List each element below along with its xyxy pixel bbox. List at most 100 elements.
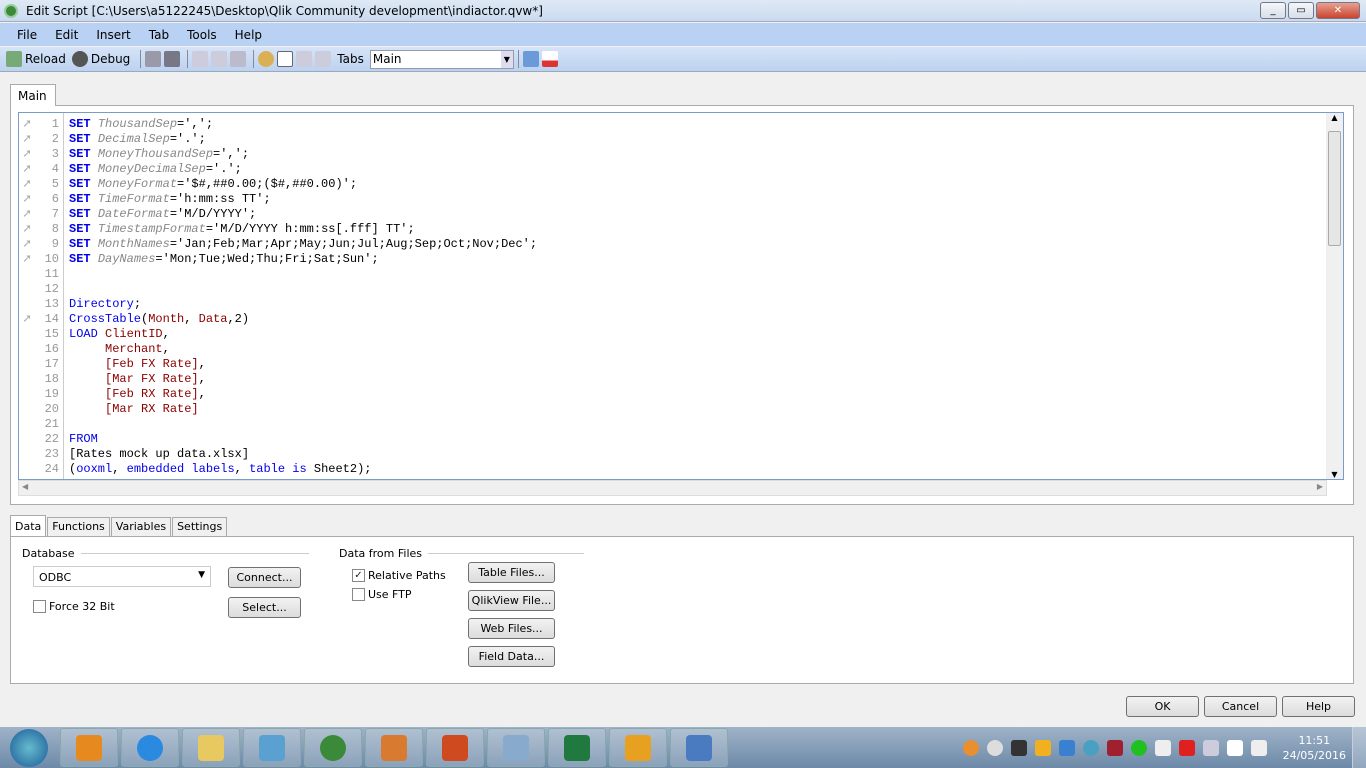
- copy-icon[interactable]: [211, 51, 228, 67]
- add-tab-icon[interactable]: [277, 51, 294, 67]
- select-button[interactable]: Select...: [228, 597, 301, 618]
- scroll-up-icon[interactable]: ▲: [1326, 113, 1343, 122]
- power-icon[interactable]: [1226, 739, 1243, 756]
- tab-functions[interactable]: Functions: [47, 517, 110, 536]
- reload-button[interactable]: Reload: [6, 51, 66, 67]
- oracle-icon[interactable]: [1178, 739, 1195, 756]
- relative-paths-checkbox[interactable]: ✓ Relative Paths: [352, 569, 446, 582]
- menu-tab[interactable]: Tab: [149, 28, 169, 42]
- code-line[interactable]: ➚ 14 CrossTable(Month, Data,2): [19, 312, 1329, 327]
- cut-icon[interactable]: [192, 51, 209, 67]
- refresh-icon[interactable]: [1130, 739, 1147, 756]
- promote-tab-icon[interactable]: [296, 51, 313, 67]
- menu-edit[interactable]: Edit: [55, 28, 78, 42]
- taskbar-remote-app[interactable]: [243, 728, 301, 767]
- cancel-button[interactable]: Cancel: [1204, 696, 1277, 717]
- script-editor[interactable]: ➚ 1 SET ThousandSep=','; ➚ 2 SET DecimalSep='…: [18, 112, 1344, 480]
- vertical-scrollbar[interactable]: ▲ ▼: [1326, 113, 1343, 479]
- code-line[interactable]: ➚ 6 SET TimeFormat='h:mm:ss TT';: [19, 192, 1329, 207]
- code-line[interactable]: 11: [19, 267, 1329, 282]
- tab-main[interactable]: Main: [10, 84, 56, 106]
- taskbar-calendar[interactable]: [365, 728, 423, 767]
- code-line[interactable]: 15 LOAD ClientID,: [19, 327, 1329, 342]
- database-select[interactable]: ODBC ▼: [33, 566, 211, 587]
- update-icon[interactable]: [962, 739, 979, 756]
- field-data-button[interactable]: Field Data...: [468, 646, 555, 667]
- scroll-down-icon[interactable]: ▼: [1326, 470, 1343, 479]
- code-line[interactable]: ➚ 9 SET MonthNames='Jan;Feb;Mar;Apr;May;Ju…: [19, 237, 1329, 252]
- menu-tools[interactable]: Tools: [187, 28, 217, 42]
- web-files-button[interactable]: Web Files...: [468, 618, 555, 639]
- code-line[interactable]: ➚ 8 SET TimestampFormat='M/D/YYYY h:mm:ss[…: [19, 222, 1329, 237]
- code-line[interactable]: 13 Directory;: [19, 297, 1329, 312]
- table-files-button[interactable]: Table Files...: [468, 562, 555, 583]
- help-button[interactable]: Help: [1282, 696, 1355, 717]
- code-line[interactable]: ➚ 7 SET DateFormat='M/D/YYYY';: [19, 207, 1329, 222]
- minimize-button[interactable]: _: [1260, 2, 1286, 19]
- display-icon[interactable]: [1202, 739, 1219, 756]
- clock[interactable]: 11:51 24/05/2016: [1283, 733, 1346, 763]
- code-line[interactable]: 21: [19, 417, 1329, 432]
- code-line[interactable]: 23 [Rates mock up data.xlsx]: [19, 447, 1329, 462]
- show-desktop-button[interactable]: [1352, 727, 1366, 768]
- demote-tab-icon[interactable]: [315, 51, 332, 67]
- menu-help[interactable]: Help: [235, 28, 262, 42]
- code-line[interactable]: ➚ 5 SET MoneyFormat='$#,##0.00;($#,##0.00)…: [19, 177, 1329, 192]
- code-line[interactable]: 20 [Mar RX Rate]: [19, 402, 1329, 417]
- office-icon[interactable]: [1034, 739, 1051, 756]
- tabs-dropdown[interactable]: Main ▼: [369, 49, 514, 69]
- code-line[interactable]: ➚ 4 SET MoneyDecimalSep='.';: [19, 162, 1329, 177]
- connect-button[interactable]: Connect...: [228, 567, 301, 588]
- horizontal-scrollbar[interactable]: ◀ ▶: [18, 480, 1327, 496]
- force-32-bit-checkbox[interactable]: Force 32 Bit: [33, 600, 115, 613]
- tab-settings[interactable]: Settings: [172, 517, 228, 536]
- start-button[interactable]: [10, 728, 48, 767]
- code-line[interactable]: ➚ 2 SET DecimalSep='.';: [19, 132, 1329, 147]
- menu-file[interactable]: File: [17, 28, 37, 42]
- print-icon[interactable]: [164, 51, 181, 67]
- ok-button[interactable]: OK: [1126, 696, 1199, 717]
- code-line[interactable]: ➚ 10 SET DayNames='Mon;Tue;Wed;Thu;Fri;Sat…: [19, 252, 1329, 267]
- code-line[interactable]: 16 Merchant,: [19, 342, 1329, 357]
- network-tool-icon[interactable]: [1010, 739, 1027, 756]
- maximize-button[interactable]: ▭: [1288, 2, 1314, 19]
- code-line[interactable]: ➚ 3 SET MoneyThousandSep=',';: [19, 147, 1329, 162]
- debug-button[interactable]: Debug: [71, 51, 130, 67]
- code-line[interactable]: 18 [Mar FX Rate],: [19, 372, 1329, 387]
- scroll-right-icon[interactable]: ▶: [1317, 482, 1323, 491]
- taskbar-internet-explorer[interactable]: [121, 728, 179, 767]
- taskbar-excel[interactable]: [548, 728, 606, 767]
- search-icon[interactable]: [258, 51, 275, 67]
- code-line[interactable]: 24 (ooxml, embedded labels, table is Shee…: [19, 462, 1329, 477]
- tg-icon[interactable]: [986, 739, 1003, 756]
- code-line[interactable]: 17 [Feb FX Rate],: [19, 357, 1329, 372]
- network-icon[interactable]: [1154, 739, 1171, 756]
- save-icon[interactable]: [145, 51, 162, 67]
- qlikview-file-button[interactable]: QlikView File...: [468, 590, 555, 611]
- use-ftp-checkbox[interactable]: Use FTP: [352, 588, 412, 601]
- taskbar-app[interactable]: [487, 728, 545, 767]
- taskbar-media-player[interactable]: [60, 728, 118, 767]
- menu-insert[interactable]: Insert: [96, 28, 130, 42]
- tab-data[interactable]: Data: [10, 515, 47, 536]
- taskbar-powerpoint[interactable]: [426, 728, 484, 767]
- taskbar-qlikview[interactable]: [304, 728, 362, 767]
- code-line[interactable]: ➚ 1 SET ThousandSep=',';: [19, 117, 1329, 132]
- sync-icon[interactable]: [1082, 739, 1099, 756]
- syntax-check-icon[interactable]: [541, 51, 558, 67]
- code-line[interactable]: 12: [19, 282, 1329, 297]
- exchange-icon[interactable]: [1058, 739, 1075, 756]
- paste-icon[interactable]: [230, 51, 247, 67]
- scroll-left-icon[interactable]: ◀: [22, 482, 28, 491]
- mcafee-icon[interactable]: [1106, 739, 1123, 756]
- tab-variables[interactable]: Variables: [110, 517, 172, 536]
- code-line[interactable]: 22 FROM: [19, 432, 1329, 447]
- table-viewer-icon[interactable]: [522, 51, 539, 67]
- code-line[interactable]: 19 [Feb RX Rate],: [19, 387, 1329, 402]
- taskbar-outlook[interactable]: [609, 728, 667, 767]
- taskbar-explorer[interactable]: [182, 728, 240, 767]
- close-button[interactable]: ✕: [1316, 2, 1360, 19]
- volume-muted-icon[interactable]: [1250, 739, 1267, 756]
- scrollbar-thumb[interactable]: [1328, 131, 1341, 246]
- taskbar-remote-desktop[interactable]: [670, 728, 728, 767]
